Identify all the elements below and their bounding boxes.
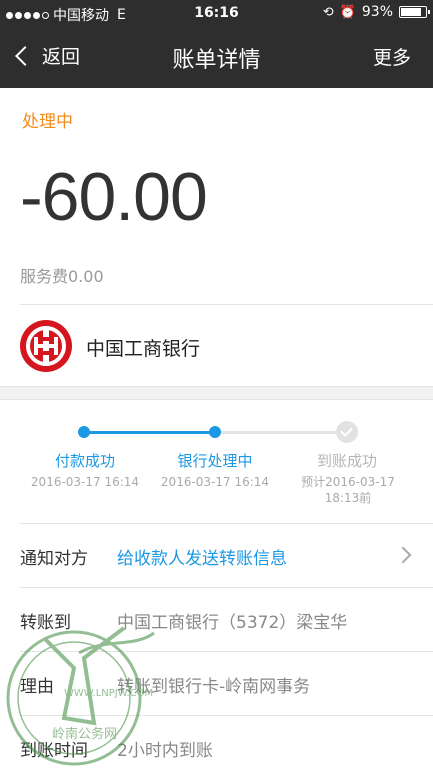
progress-step-1-label: 付款成功 <box>54 452 115 470</box>
progress-step-2-date: 2016-03-17 16:14 <box>160 475 270 489</box>
battery-percent: 93% <box>361 4 393 20</box>
status-bar: 中国移动 E 16:16 ⟲ ⏰ 93% <box>0 0 433 26</box>
nav-bar: 返回 账单详情 更多 <box>0 26 433 88</box>
more-button[interactable]: 更多 <box>373 43 411 70</box>
progress-step-3-label: 到账成功 <box>316 452 377 470</box>
progress-step-3-date: 预计2016-03-17 18:13前 <box>290 474 406 506</box>
watermark-url: WWW.LNPJW.COM <box>64 688 153 699</box>
amount: -60.00 <box>20 159 208 235</box>
rotation-lock-icon: ⟲ <box>322 4 334 20</box>
battery-icon <box>399 6 430 18</box>
service-fee: 服务费0.00 <box>20 267 104 286</box>
progress-step-1-date: 2016-03-17 16:14 <box>30 475 140 489</box>
progress-step-2-label: 银行处理中 <box>177 452 253 470</box>
notify-row[interactable]: 通知对方 给收款人发送转账信息 <box>20 523 433 587</box>
progress-step-2-dot <box>209 426 221 438</box>
page-title: 账单详情 <box>172 48 261 73</box>
check-icon <box>336 421 358 443</box>
notify-label: 通知对方 <box>20 549 88 569</box>
notify-link[interactable]: 给收款人发送转账信息 <box>117 544 287 569</box>
progress-step-3-date-line1: 预计2016-03-17 <box>301 475 395 489</box>
icbc-logo-icon <box>20 320 72 372</box>
divider <box>20 304 433 305</box>
status-badge: 处理中 <box>22 112 73 132</box>
bank-name: 中国工商银行 <box>86 338 201 360</box>
section-separator <box>0 386 433 400</box>
watermark-seal: WWW.LNPJW.COM 岭南公务网 <box>6 626 155 766</box>
progress-line-pending <box>216 431 342 434</box>
progress-line-done <box>84 431 216 434</box>
status-right: ⟲ ⏰ 93% <box>322 4 430 20</box>
watermark-name: 岭南公务网 <box>52 726 117 742</box>
progress-step-3-date-line2: 18:13前 <box>324 491 372 505</box>
alarm-icon: ⏰ <box>339 4 356 20</box>
progress-step-1-dot <box>78 426 90 438</box>
chevron-right-icon <box>394 546 412 564</box>
